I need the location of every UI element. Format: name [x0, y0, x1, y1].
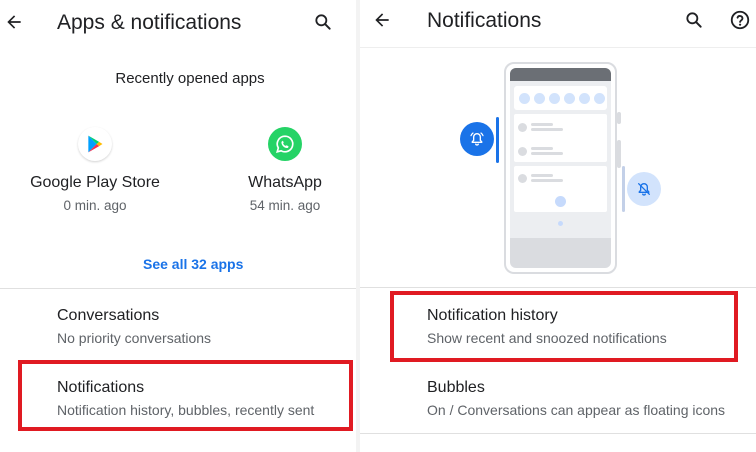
- notification-card: [514, 166, 607, 212]
- whatsapp-icon: [268, 127, 302, 161]
- notification-history-item[interactable]: Notification history Show recent and sno…: [427, 307, 747, 346]
- notification-card: [514, 114, 607, 162]
- quick-tile: [519, 92, 530, 104]
- notifications-screen: Notifications Notification history Show …: [360, 0, 756, 452]
- app-name: Google Play Store: [30, 174, 160, 191]
- item-title: Notification history: [427, 307, 558, 324]
- item-subtitle: No priority conversations: [57, 330, 212, 346]
- quick-tile: [594, 92, 605, 104]
- appbar-divider: [360, 47, 756, 48]
- divider: [360, 433, 756, 434]
- conversations-item[interactable]: Conversations No priority conversations: [57, 307, 347, 346]
- quick-tile: [564, 92, 575, 104]
- arrow-back-icon[interactable]: [370, 8, 394, 32]
- accent-bar: [496, 117, 499, 163]
- app-last-opened: 0 min. ago: [63, 198, 127, 213]
- notifications-item[interactable]: Notifications Notification history, bubb…: [57, 379, 347, 418]
- muted-bar: [622, 166, 625, 212]
- page-title: Apps & notifications: [57, 11, 242, 34]
- help-icon[interactable]: [728, 8, 752, 32]
- quick-tile: [549, 92, 560, 104]
- quick-tile: [534, 92, 545, 104]
- app-tile-play-store[interactable]: Google Play Store 0 min. ago: [10, 127, 180, 213]
- google-play-icon: [78, 127, 112, 161]
- item-subtitle: Notification history, bubbles, recently …: [57, 402, 315, 418]
- quick-tile: [579, 92, 590, 104]
- search-icon[interactable]: [311, 10, 335, 34]
- bubbles-item[interactable]: Bubbles On / Conversations can appear as…: [427, 379, 753, 418]
- arrow-back-icon[interactable]: [2, 10, 26, 34]
- apps-notifications-screen: Apps & notifications Recently opened app…: [0, 0, 356, 452]
- search-icon[interactable]: [682, 8, 706, 32]
- item-subtitle: Show recent and snoozed notifications: [427, 330, 667, 346]
- item-title: Notifications: [57, 379, 145, 396]
- see-all-apps-link[interactable]: See all 32 apps: [143, 256, 243, 272]
- divider: [0, 288, 356, 289]
- app-name: WhatsApp: [248, 174, 322, 191]
- bell-off-icon: [627, 172, 661, 206]
- quick-settings-card: [514, 86, 607, 110]
- app-last-opened: 54 min. ago: [249, 198, 321, 213]
- phone-screen: [510, 68, 611, 268]
- app-tile-whatsapp[interactable]: WhatsApp 54 min. ago: [200, 127, 356, 213]
- item-subtitle: On / Conversations can appear as floatin…: [427, 402, 726, 418]
- phone-outline: [504, 62, 617, 274]
- status-bar: [510, 68, 611, 81]
- divider: [360, 287, 756, 288]
- bell-ring-icon: [460, 122, 494, 156]
- item-title: Bubbles: [427, 379, 485, 396]
- recent-apps-label: Recently opened apps: [115, 70, 265, 87]
- item-title: Conversations: [57, 307, 160, 324]
- page-title: Notifications: [427, 9, 542, 32]
